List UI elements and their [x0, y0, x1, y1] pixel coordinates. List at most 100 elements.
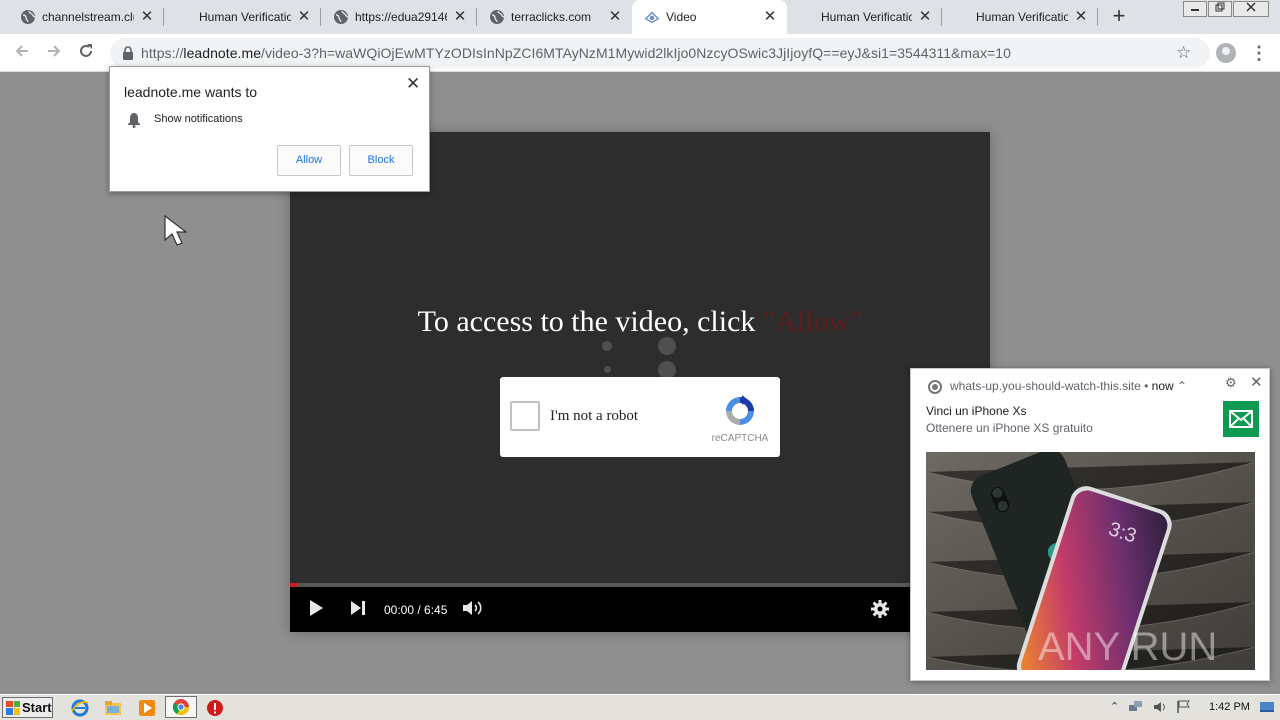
- recaptcha-label: I'm not a robot: [550, 408, 639, 424]
- start-button[interactable]: Start: [2, 697, 53, 718]
- tab-title: Video: [666, 10, 697, 24]
- notification-source: whats-up.you-should-watch-this.site • no…: [950, 379, 1187, 393]
- media-player-icon[interactable]: [138, 699, 156, 717]
- video-headline: To access to the video, click "Allow": [290, 305, 990, 339]
- tab-title: channelstream.club: [42, 10, 134, 24]
- play-button[interactable]: [308, 599, 324, 622]
- bookmark-star-icon[interactable]: ☆: [1176, 43, 1191, 63]
- tab-strip: channelstream.club ✕ Human Verification …: [0, 0, 1280, 34]
- close-window-button[interactable]: [1233, 1, 1269, 17]
- notification-image: 3:3 ANY RUN: [926, 452, 1255, 670]
- mouse-cursor-icon: [164, 214, 188, 246]
- tab-title: Human Verification: [821, 10, 912, 24]
- block-button[interactable]: Block: [349, 145, 413, 176]
- back-button[interactable]: [10, 41, 34, 65]
- tab-separator: [1097, 8, 1098, 26]
- folder-icon[interactable]: [104, 699, 122, 717]
- recaptcha-checkbox[interactable]: [510, 401, 540, 431]
- stop-app-icon[interactable]: [206, 699, 224, 717]
- tab-human-verification-3[interactable]: Human Verification ✕: [942, 0, 1098, 34]
- volume-icon: [463, 601, 482, 615]
- tab-video[interactable]: Video ✕: [632, 0, 787, 34]
- play-icon: [310, 600, 323, 616]
- tab-title: terraclicks.com: [511, 10, 592, 24]
- profile-avatar-icon[interactable]: [1216, 43, 1236, 63]
- speaker-icon[interactable]: [1153, 700, 1169, 714]
- new-tab-button[interactable]: +: [1108, 5, 1130, 28]
- iphone-photo: 3:3 ANY RUN: [926, 452, 1255, 670]
- action-center-flag-icon[interactable]: [1176, 700, 1192, 714]
- globe-icon: [489, 9, 505, 25]
- tab-channelstream[interactable]: channelstream.club ✕: [0, 0, 164, 34]
- notification-permission-prompt: leadnote.me wants to ✕ Show notification…: [109, 66, 430, 192]
- tab-terraclicks[interactable]: terraclicks.com ✕: [477, 0, 632, 34]
- chevron-up-icon[interactable]: ⌃: [1177, 379, 1187, 393]
- settings-button[interactable]: [871, 600, 889, 623]
- tab-close-icon[interactable]: ✕: [763, 9, 777, 24]
- tab-close-icon[interactable]: ✕: [140, 9, 154, 24]
- notification-time: now: [1151, 379, 1174, 393]
- forward-button[interactable]: [42, 41, 66, 65]
- tab-title: Human Verification: [976, 10, 1068, 24]
- tab-close-icon[interactable]: ✕: [297, 9, 311, 24]
- tab-close-icon[interactable]: ✕: [453, 9, 467, 24]
- volume-button[interactable]: [462, 599, 484, 622]
- watermark-text: ANY RUN: [1038, 625, 1217, 669]
- tab-close-icon[interactable]: ✕: [1074, 9, 1088, 24]
- close-icon: [1246, 2, 1256, 12]
- bell-icon: [128, 113, 140, 128]
- minimize-button[interactable]: [1183, 1, 1207, 17]
- reload-icon: [80, 44, 92, 57]
- envelope-icon: [1223, 401, 1259, 437]
- url-scheme: https://: [141, 45, 184, 61]
- tab-title: Human Verification: [199, 10, 291, 24]
- recaptcha-brand: reCAPTCHA: [711, 433, 769, 444]
- recaptcha-logo-icon: [726, 395, 754, 425]
- chrome-icon: [172, 699, 190, 716]
- web-push-notification[interactable]: whats-up.you-should-watch-this.site • no…: [910, 368, 1270, 681]
- url-text: https://leadnote.me/video-3?h=waWQiOjEwM…: [141, 38, 1011, 68]
- reload-button[interactable]: [74, 41, 98, 65]
- arrow-right-icon: [48, 45, 61, 57]
- notification-title: Vinci un iPhone Xs: [926, 404, 1027, 418]
- chrome-taskbar-button[interactable]: [165, 696, 197, 718]
- tab-close-icon[interactable]: ✕: [608, 9, 622, 24]
- tab-close-icon[interactable]: ✕: [918, 9, 932, 24]
- network-icon[interactable]: [1128, 700, 1144, 714]
- allow-button[interactable]: Allow: [277, 145, 341, 176]
- internet-explorer-icon[interactable]: [71, 699, 89, 717]
- notification-body: Ottenere un iPhone XS gratuito: [926, 421, 1093, 435]
- headline-text: To access to the video, click: [417, 305, 756, 338]
- permission-title: leadnote.me wants to: [124, 84, 258, 100]
- tab-title: https://edua29146: [355, 10, 447, 24]
- page-icon: [644, 9, 660, 25]
- globe-icon: [333, 9, 349, 25]
- tab-edua[interactable]: https://edua29146 ✕: [321, 0, 477, 34]
- globe-icon: [20, 9, 36, 25]
- notification-close-icon[interactable]: ✕: [1250, 373, 1263, 391]
- permission-item: Show notifications: [154, 113, 243, 125]
- close-icon[interactable]: ✕: [406, 74, 420, 94]
- windows-taskbar: Start ⌃ 1:42 PM: [0, 694, 1280, 720]
- arrow-left-icon: [15, 45, 28, 57]
- restore-button[interactable]: [1208, 1, 1232, 17]
- chrome-icon: [928, 380, 942, 394]
- headline-allow-word: "Allow": [762, 305, 863, 338]
- tray-expand-icon[interactable]: ⌃: [1110, 700, 1119, 713]
- tab-human-verification-2[interactable]: Human Verification ✕: [787, 0, 942, 34]
- url-path: /video-3?h=waWQiOjEwMTYzODIsInNpZCI6MTAy…: [261, 45, 1011, 61]
- show-desktop-icon[interactable]: [1259, 700, 1275, 714]
- video-player[interactable]: To access to the video, click "Allow" I'…: [290, 132, 990, 632]
- tab-human-verification-1[interactable]: Human Verification ✕: [164, 0, 321, 34]
- notification-settings-icon[interactable]: ⚙: [1225, 375, 1237, 391]
- skip-next-icon: [351, 601, 365, 615]
- address-bar[interactable]: https://leadnote.me/video-3?h=waWQiOjEwM…: [110, 38, 1210, 68]
- next-button[interactable]: [349, 599, 367, 622]
- minimize-icon: [1191, 9, 1199, 11]
- windows-logo-icon: [6, 700, 20, 715]
- recaptcha-box: I'm not a robot reCAPTCHA: [500, 377, 780, 457]
- url-host: leadnote.me: [183, 45, 262, 61]
- system-clock: 1:42 PM: [1209, 701, 1250, 713]
- kebab-menu-icon[interactable]: ⋮: [1250, 42, 1268, 64]
- notification-site: whats-up.you-should-watch-this.site: [950, 379, 1141, 393]
